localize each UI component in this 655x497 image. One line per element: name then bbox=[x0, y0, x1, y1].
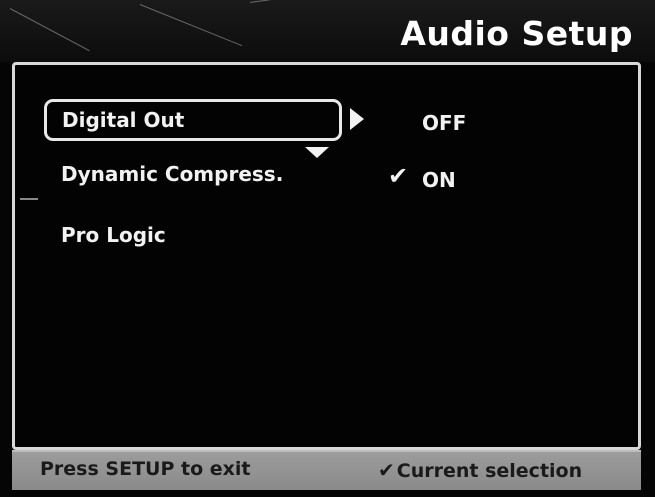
legend-label: Current selection bbox=[396, 460, 583, 482]
checkmark-icon: ✔ bbox=[388, 162, 409, 190]
checkmark-icon: ✔ bbox=[378, 458, 395, 482]
glare-streak bbox=[139, 4, 243, 47]
edge-mark bbox=[20, 198, 38, 200]
arrow-down-icon bbox=[305, 147, 329, 158]
glare-streak bbox=[9, 8, 90, 52]
glare-streak bbox=[249, 0, 340, 3]
status-bar: Press SETUP to exit ✔ Current selection bbox=[12, 450, 641, 490]
osd-screen: Audio Setup Digital Out OFF Dynamic Comp… bbox=[0, 0, 655, 497]
option-value-on[interactable]: ON bbox=[422, 168, 456, 192]
arrow-right-icon bbox=[350, 108, 364, 130]
option-value-off[interactable]: OFF bbox=[422, 111, 466, 135]
screen-title: Audio Setup bbox=[400, 14, 633, 53]
menu-item-pro-logic[interactable]: Pro Logic bbox=[61, 223, 166, 247]
menu-item-dynamic-compress[interactable]: Dynamic Compress. bbox=[61, 162, 283, 186]
current-selection-legend: ✔ Current selection bbox=[378, 458, 582, 482]
menu-item-digital-out[interactable]: Digital Out bbox=[44, 99, 342, 141]
exit-hint: Press SETUP to exit bbox=[40, 458, 251, 480]
title-bar: Audio Setup bbox=[0, 0, 655, 62]
